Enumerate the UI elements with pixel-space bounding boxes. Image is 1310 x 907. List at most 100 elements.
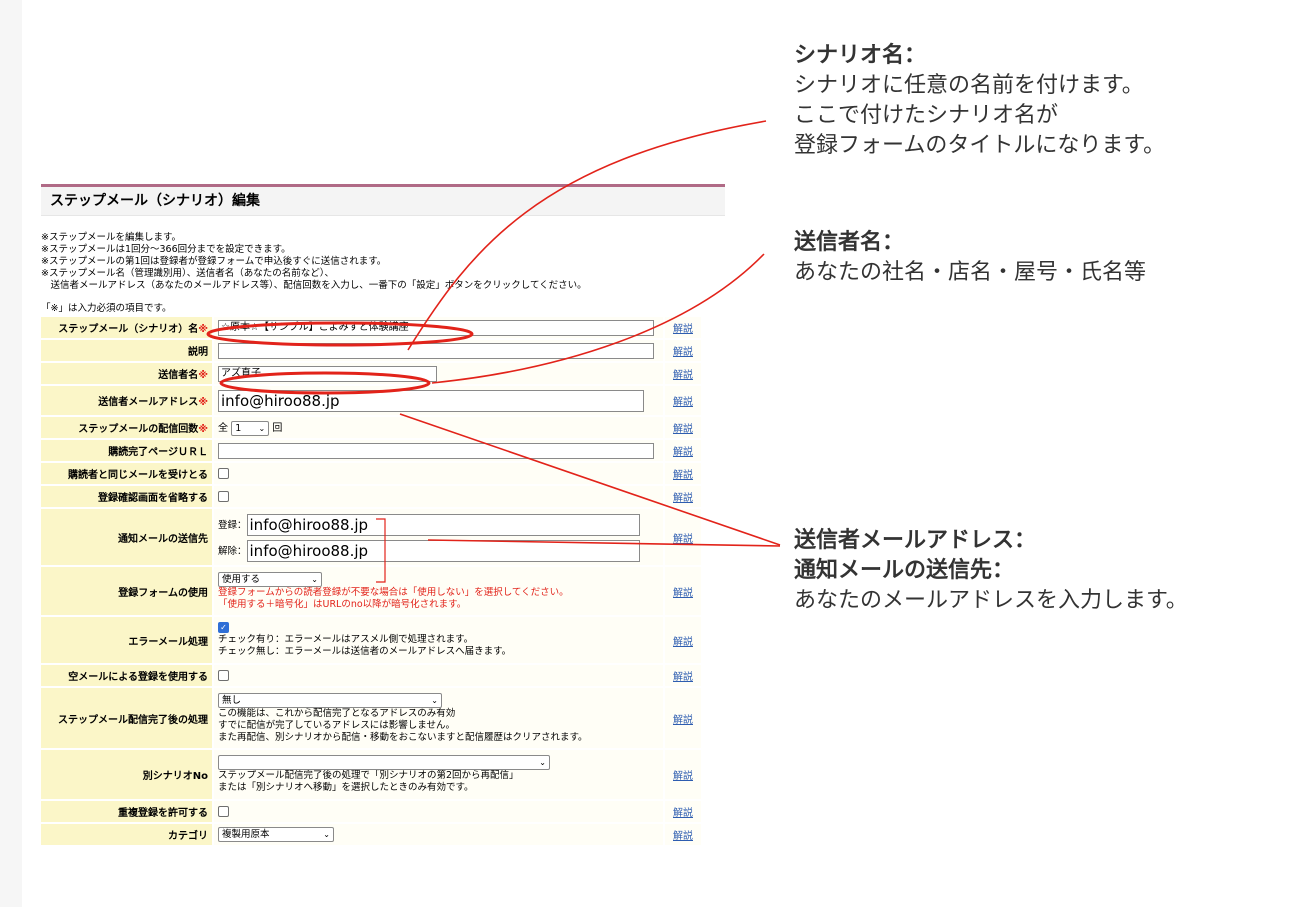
row-category: カテゴリ 複製用原本 ⌄ 解説 [41,824,701,845]
row-other-scenario: 別シナリオNo ⌄ ステップメール配信完了後の処理で「別シナリオの第2回から再配… [41,750,701,799]
help-link[interactable]: 解説 [673,397,693,408]
form-use-note: 「使用する＋暗号化」はURLのno以降が暗号化されます。 [218,598,467,610]
label-notify: 通知メールの送信先 [118,533,208,545]
help-link[interactable]: 解説 [673,447,693,458]
note-line: ※ステップメール名（管理識別用）、送信者名（あなたの名前など）、 [41,268,334,279]
row-delivery-count: ステップメールの配信回数※ 全 1 ⌄ 回 解説 [41,417,701,438]
chevron-down-icon: ⌄ [539,758,546,767]
label-skip-confirm: 登録確認画面を省略する [98,493,208,504]
delivery-count-value: 1 [235,422,242,434]
error-mail-checkbox[interactable]: ✓ [218,622,229,634]
form-use-note: 登録フォームからの読者登録が不要な場合は「使用しない」を選択してください。 [218,586,569,598]
step-mail-edit-panel: ステップメール（シナリオ）編集 ※ステップメールを編集します。 ※ステップメール… [41,184,725,847]
help-link[interactable]: 解説 [673,588,693,599]
help-link[interactable]: 解説 [673,370,693,381]
scenario-name-input[interactable]: ☆原本☆【サンプル】こよみすと体験講座 [218,319,654,336]
help-link[interactable]: 解説 [673,493,693,504]
annotation-heading: 通知メールの送信先： [794,558,1015,583]
label-same-mail: 購読者と同じメールを受けとる [68,470,208,481]
row-skip-confirm: 登録確認画面を省略する 解説 [41,486,701,507]
row-error-mail: エラーメール処理 ✓ チェック有り：エラーメールはアスメル側で処理されます。 チ… [41,617,701,663]
chevron-down-icon: ⌄ [258,423,266,433]
description-input[interactable] [218,342,654,359]
form-use-value: 使用する [222,573,261,585]
row-empty-mail: 空メールによる登録を使用する 解説 [41,665,701,686]
error-mail-note: チェック無し：エラーメールは送信者のメールアドレスへ届きます。 [218,645,512,657]
left-margin-strip [0,0,22,907]
notify-register-label: 登録： [218,519,247,531]
help-link[interactable]: 解説 [673,771,693,782]
row-notify: 通知メールの送信先 登録： info@hiroo88.jp 解除： info@hir… [41,509,701,565]
delivery-count-select[interactable]: 1 ⌄ [231,420,270,436]
skip-confirm-checkbox[interactable] [218,490,229,502]
row-complete-url: 購読完了ページＵＲＬ 解説 [41,440,701,461]
category-select[interactable]: 複製用原本 ⌄ [218,827,334,842]
label-allow-duplicate: 重複登録を許可する [118,808,208,819]
row-sender-email: 送信者メールアドレス※ info@hiroo88.jp 解説 [41,386,701,415]
panel-title: ステップメール（シナリオ）編集 [41,184,725,216]
empty-mail-checkbox[interactable] [218,669,229,681]
delivery-count-prefix: 全 [218,423,228,435]
annotation-text: あなたのメールアドレスを入力します。 [794,588,1188,613]
help-link[interactable]: 解説 [673,424,693,435]
label-other-scenario: 別シナリオNo [142,771,208,782]
notify-register-input[interactable]: info@hiroo88.jp [246,513,640,536]
allow-duplicate-checkbox[interactable] [218,805,229,817]
help-link[interactable]: 解説 [673,637,693,648]
annotation-heading: 送信者メールアドレス： [794,528,1037,553]
help-link[interactable]: 解説 [673,672,693,683]
help-link[interactable]: 解説 [673,808,693,819]
label-description: 説明 [188,347,208,358]
note-line: ※ステップメールは1回分〜366回分までを設定できます。 [41,244,291,255]
annotation-text: シナリオに任意の名前を付けます。 [794,73,1144,98]
annotation-heading: 送信者名： [794,230,905,255]
instruction-notes: ※ステップメールを編集します。 ※ステップメールは1回分〜366回分までを設定で… [41,232,725,292]
help-link[interactable]: 解説 [673,324,693,335]
required-mark: ※ [198,370,208,381]
after-complete-note: また再配信、別シナリオから配信・移動をおこないますと配信履歴はクリアされます。 [218,731,588,743]
chevron-down-icon: ⌄ [311,574,318,584]
row-form-use: 登録フォームの使用 使用する ⌄ 登録フォームからの読者登録が不要な場合は「使用し… [41,567,701,615]
help-link[interactable]: 解説 [673,470,693,481]
annotation-heading: シナリオ名： [794,43,927,68]
label-delivery-count: ステップメールの配信回数 [78,424,199,435]
notify-cancel-input[interactable]: info@hiroo88.jp [246,539,640,562]
required-note: 「※」は入力必須の項目です。 [41,303,172,314]
delivery-count-suffix: 回 [272,423,283,435]
row-description: 説明 解説 [41,340,701,361]
after-complete-value: 無し [222,694,242,706]
other-scenario-select[interactable]: ⌄ [218,755,550,770]
help-link[interactable]: 解説 [673,831,693,842]
note-line: ※ステップメールを編集します。 [41,232,182,243]
required-mark: ※ [198,324,208,335]
row-sender-name: 送信者名※ アズ直子 解説 [41,363,701,384]
label-empty-mail: 空メールによる登録を使用する [68,672,208,683]
note-line: ※ステップメールの第1回は登録者が登録フォームで申込後すぐに送信されます。 [41,256,387,267]
notify-register-line: 登録： info@hiroo88.jp [218,513,659,536]
form-use-select[interactable]: 使用する ⌄ [218,571,322,587]
row-allow-duplicate: 重複登録を許可する 解説 [41,801,701,822]
label-form-use: 登録フォームの使用 [118,587,208,599]
label-category: カテゴリ [168,831,208,842]
annotation-scenario: シナリオ名： シナリオに任意の名前を付けます。 ここで付けたシナリオ名が 登録フ… [794,41,1165,161]
help-link[interactable]: 解説 [673,347,693,358]
other-scenario-note: または「別シナリオへ移動」を選択したときのみ有効です。 [218,782,474,793]
complete-url-input[interactable] [218,442,654,459]
error-mail-note: チェック有り：エラーメールはアスメル側で処理されます。 [218,633,474,645]
required-mark: ※ [198,424,208,435]
annotation-text: あなたの社名・店名・屋号・氏名等 [794,260,1147,285]
sender-email-input[interactable]: info@hiroo88.jp [218,389,644,412]
after-complete-select[interactable]: 無し ⌄ [218,692,442,708]
annotation-text: ここで付けたシナリオ名が [794,103,1059,128]
note-line: 送信者メールアドレス（あなたのメールアドレス等）、配信回数を入力し、一番下の「設… [41,280,587,291]
annotation-text: 登録フォームのタイトルになります。 [794,133,1166,158]
sender-name-input[interactable]: アズ直子 [218,365,437,382]
required-mark: ※ [198,397,208,408]
notify-cancel-label: 解除： [218,545,247,557]
category-value: 複製用原本 [222,829,270,840]
same-mail-checkbox[interactable] [218,467,229,479]
after-complete-note: すでに配信が完了しているアドレスには影響しません。 [218,719,456,731]
help-link[interactable]: 解説 [673,715,693,726]
chevron-down-icon: ⌄ [431,695,438,705]
help-link[interactable]: 解説 [673,534,693,545]
